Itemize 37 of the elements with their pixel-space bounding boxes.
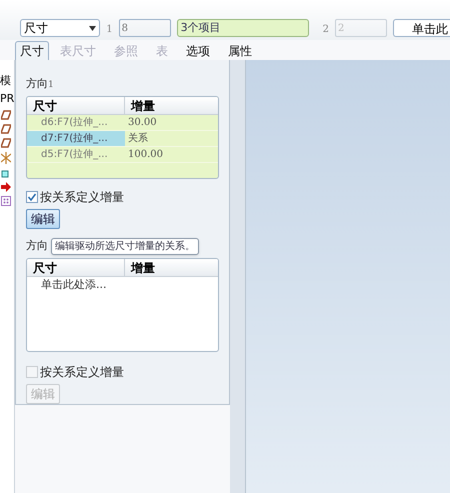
table-cell-text: d5:F7(拉伸_...: [40, 148, 109, 162]
direction-title: 方向 1: [26, 76, 55, 92]
tab[interactable]: 选项: [182, 41, 214, 60]
column-header[interactable]: 尺寸: [27, 258, 125, 276]
dimension-dropdown[interactable]: 尺寸: [20, 19, 100, 37]
click-button[interactable]: 单击此: [393, 19, 450, 37]
field-label: 1: [106, 23, 113, 37]
table-cell: d7:F7(拉伸_...: [27, 130, 125, 146]
sidebar-item[interactable]: 模: [0, 74, 11, 88]
add-row-placeholder[interactable]: 单击此处添...: [27, 276, 218, 294]
column-header[interactable]: 尺寸: [27, 96, 125, 114]
column-header[interactable]: 增量: [125, 258, 161, 276]
count-field[interactable]: 8: [118, 19, 171, 37]
sidebar-item[interactable]: PR: [0, 92, 14, 106]
items-field[interactable]: 3个项目: [176, 19, 309, 37]
table-cell-text: d6:F7(拉伸_...: [40, 116, 109, 130]
table-cell-text: 关系: [127, 132, 148, 146]
tab[interactable]: 尺寸: [15, 41, 49, 60]
table-cell-text: 30.00: [127, 116, 157, 130]
axes-icon: [1, 152, 11, 164]
edit-button[interactable]: 编辑: [26, 208, 60, 229]
column-header[interactable]: 增量: [125, 96, 161, 114]
caret-icon: [89, 26, 96, 30]
count-field[interactable]: 2: [335, 19, 387, 37]
tooltip: 编辑驱动所选尺寸增量的关系。: [51, 238, 199, 255]
box-icon: [1, 168, 11, 178]
arrow-icon: [1, 182, 11, 192]
field-label: 2: [322, 23, 329, 37]
checkbox-label: 按关系定义增量: [40, 188, 124, 206]
checkbox[interactable]: [26, 366, 38, 378]
checkbox[interactable]: [26, 190, 38, 203]
table-row[interactable]: d7:F7(拉伸_... 关系: [27, 130, 218, 146]
direction-title: 方向: [26, 238, 48, 254]
checkbox-label: 按关系定义增量: [40, 364, 124, 381]
tab[interactable]: 属性: [224, 41, 256, 60]
table-cell-text: 100.00: [127, 148, 163, 162]
table-row[interactable]: d5:F7(拉伸_... 100.00: [27, 146, 218, 162]
